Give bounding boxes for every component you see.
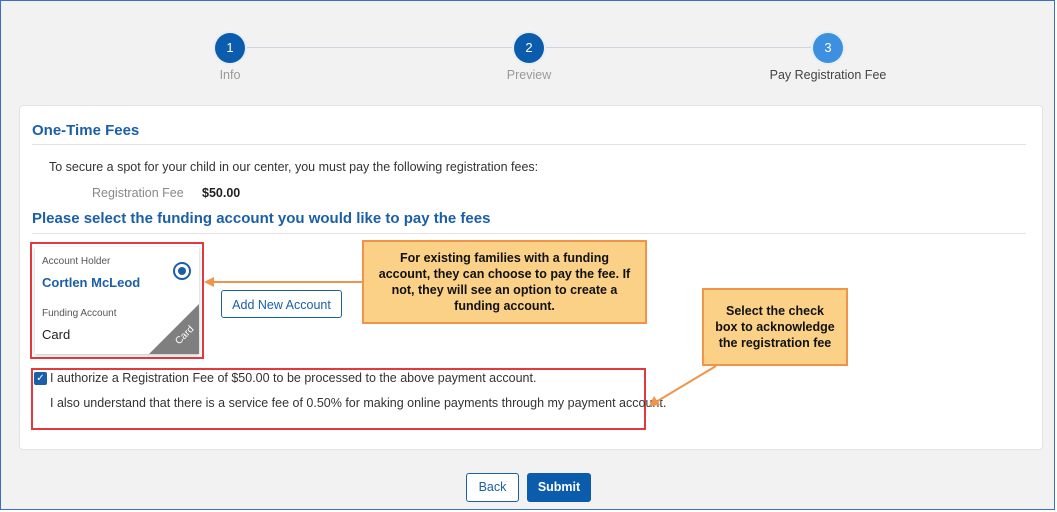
submit-button[interactable]: Submit [527, 473, 591, 502]
funding-arrowhead [204, 277, 214, 287]
back-button[interactable]: Back [466, 473, 519, 502]
callout-arrows [204, 277, 717, 406]
checkbox-callout-arrow [655, 365, 717, 403]
